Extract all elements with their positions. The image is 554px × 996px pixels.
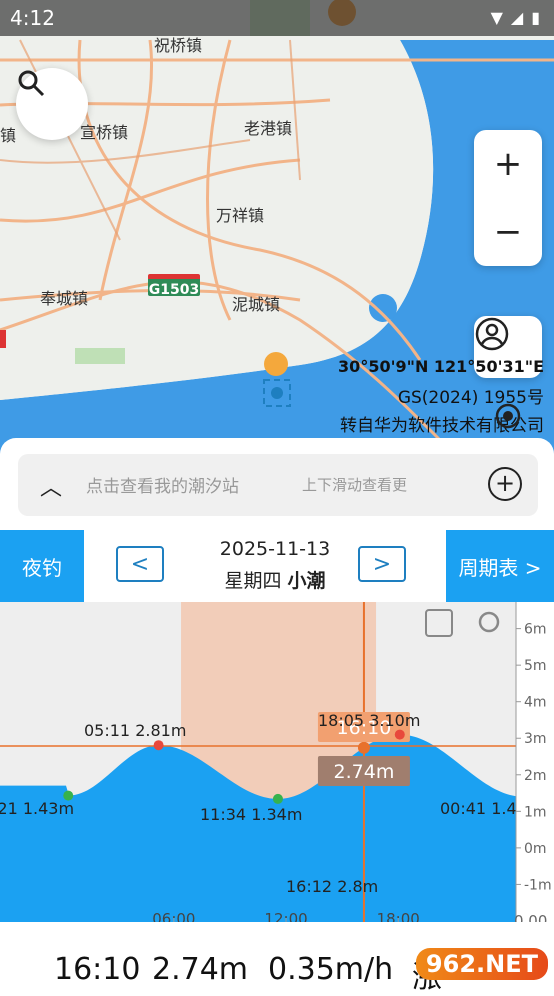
y-tick-label: -1m: [524, 877, 552, 893]
cursor-height-label: 2.74m: [334, 761, 395, 783]
extremum-point: [394, 729, 405, 740]
zoom-controls: + −: [474, 130, 542, 266]
signal-icon: ◢: [510, 8, 524, 27]
user-icon: [475, 317, 509, 351]
x-tick-label: 06:00: [152, 910, 195, 922]
station-search-bar[interactable]: ︿ 点击查看我的潮汐站 上下滑动查看更 +: [18, 454, 538, 516]
x-tick-label: 18:00: [377, 910, 420, 922]
map-coordinates: 30°50'9"N 121°50'31"E: [338, 357, 544, 376]
station-hint: 点击查看我的潮汐站: [86, 477, 239, 497]
add-station-button[interactable]: +: [488, 467, 522, 501]
cycle-table-button[interactable]: 周期表 >: [446, 530, 554, 602]
extremum-label: 00:41 1.4: [440, 799, 517, 818]
y-tick-label: 0m: [524, 841, 547, 857]
date-bar: 夜钓 < 2025-11-13 星期四 小潮 > 周期表 >: [0, 530, 554, 602]
extremum-label: 11:34 1.34m: [200, 805, 302, 824]
extremum-point: [272, 793, 283, 804]
extremum-label: 18:05 3.10m: [318, 711, 420, 730]
readout-height: 2.74m: [152, 952, 249, 987]
extremum-point: [153, 740, 164, 751]
chevron-right-icon: >: [372, 551, 392, 577]
town-label: 奉城镇: [40, 289, 89, 308]
town-label: 宣桥镇: [80, 123, 129, 142]
y-tick-label: 5m: [524, 658, 547, 674]
readout-speed: 0.35m/h: [268, 952, 394, 987]
y-tick-label: 1m: [524, 804, 547, 820]
road-badge: G1503: [148, 274, 200, 298]
status-icons: ▼ ◢ ▮: [491, 8, 540, 27]
zoom-out-button[interactable]: −: [474, 198, 542, 266]
y-axis-panel: [516, 602, 554, 922]
wifi-icon: ▼: [490, 8, 503, 27]
night-fishing-button[interactable]: 夜钓: [0, 530, 84, 602]
extremum-label: 05:11 2.81m: [84, 721, 186, 740]
town-label: 老港镇: [244, 119, 293, 138]
status-time: 4:12: [10, 6, 55, 30]
x-tick-label: 12:00: [264, 910, 307, 922]
y-tick-label: 3m: [524, 731, 547, 747]
extremum-label: :21 1.43m: [0, 799, 74, 818]
y-tick-label: 4m: [524, 695, 547, 711]
y-tick-label: 6m: [524, 622, 547, 638]
weekday: 星期四: [224, 570, 282, 592]
y-tick-label: 2m: [524, 768, 547, 784]
end-value-label: 0.00: [514, 912, 547, 922]
tide-chart[interactable]: 16:102.74m:21 1.43m05:11 2.81m11:34 1.34…: [0, 602, 554, 922]
search-button[interactable]: [16, 68, 88, 140]
tide-type: 小潮: [287, 570, 326, 592]
swipe-hint: 上下滑动查看更: [302, 476, 408, 494]
watermark-logo: 962.NET: [415, 948, 548, 980]
day-label: 11-13: [18, 921, 65, 922]
prev-day-button[interactable]: <: [116, 546, 164, 582]
sunset-label: 16:12 2.8m: [286, 877, 378, 896]
search-icon: [18, 70, 45, 97]
town-label: 镇: [0, 126, 17, 145]
weekday-label: 星期四 小潮: [180, 566, 370, 593]
zoom-in-button[interactable]: +: [474, 130, 542, 198]
cursor-point: [357, 741, 370, 754]
locate-icon[interactable]: [492, 400, 524, 432]
readout-time: 16:10: [54, 952, 141, 987]
chevron-left-icon: <: [130, 551, 150, 577]
date-label: 2025-11-13: [219, 538, 331, 560]
next-day-button[interactable]: >: [358, 546, 406, 582]
status-bar: 4:12 ▼ ◢ ▮: [0, 0, 554, 36]
town-label: 祝桥镇: [154, 36, 203, 55]
town-label: 泥城镇: [232, 295, 281, 314]
chevron-up-icon[interactable]: ︿: [40, 470, 62, 502]
day-label: 11-14: [458, 921, 505, 922]
station-sheet: ︿ 点击查看我的潮汐站 上下滑动查看更 +: [0, 438, 554, 530]
battery-icon: ▮: [531, 8, 540, 27]
town-label: 万祥镇: [216, 206, 265, 225]
map-view[interactable]: 4:12 ▼ ◢ ▮ 祝桥镇 宣桥镇 老港镇 万祥镇 奉城镇 泥城镇 镇 G15…: [0, 0, 554, 470]
